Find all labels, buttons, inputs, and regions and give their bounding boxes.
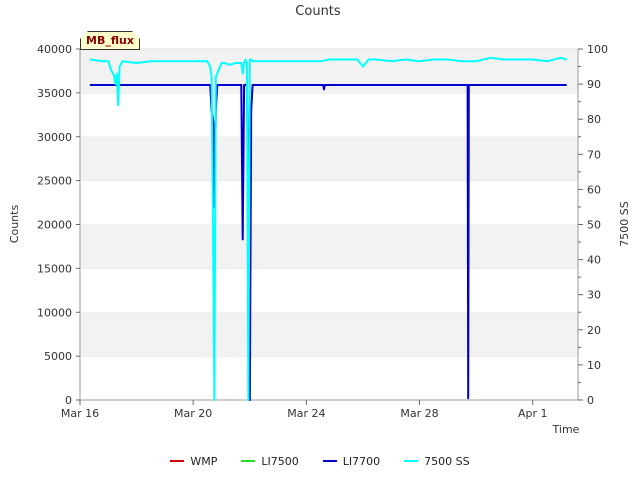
y2-tick-label: 70 bbox=[587, 148, 601, 161]
y2-tick-label: 10 bbox=[587, 359, 601, 372]
legend-label: LI7700 bbox=[342, 454, 381, 468]
y2-tick-label: 0 bbox=[587, 394, 594, 407]
x-tick-label: Mar 16 bbox=[61, 407, 99, 420]
plot-background-bands bbox=[80, 48, 578, 400]
background-band bbox=[80, 49, 578, 93]
y2-tick-label: 50 bbox=[587, 219, 601, 232]
y2-axis-label: 7500 SS bbox=[618, 201, 631, 246]
x-axis-label: Time bbox=[552, 423, 580, 436]
y2-tick-label: 100 bbox=[587, 43, 608, 56]
background-band bbox=[80, 136, 578, 181]
legend-swatch bbox=[170, 460, 185, 462]
y-tick-label: 40000 bbox=[37, 43, 72, 56]
background-band bbox=[80, 92, 578, 137]
legend-swatch bbox=[322, 460, 337, 462]
site-label-text: MB_flux bbox=[86, 34, 134, 47]
legend-item: LI7700 bbox=[322, 454, 381, 468]
y-tick-label: 5000 bbox=[44, 350, 72, 363]
legend-swatch bbox=[404, 460, 419, 462]
background-band bbox=[80, 224, 578, 269]
chart-title: Counts bbox=[295, 4, 341, 19]
x-axis: Mar 16 Mar 20 Mar 24 Mar 28 Apr 1 bbox=[61, 400, 548, 420]
y-axis-right: 0 10 20 30 40 50 60 70 80 90 100 bbox=[578, 43, 608, 407]
background-band bbox=[80, 180, 578, 225]
legend-label: LI7500 bbox=[261, 454, 299, 468]
background-band bbox=[80, 268, 578, 313]
y2-tick-label: 20 bbox=[587, 324, 601, 337]
background-band bbox=[80, 356, 578, 400]
legend-item: WMP bbox=[170, 455, 217, 468]
y-tick-label: 15000 bbox=[37, 262, 72, 275]
y2-tick-label: 30 bbox=[587, 289, 601, 302]
x-tick-label: Apr 1 bbox=[518, 407, 548, 420]
y-tick-label: 25000 bbox=[37, 175, 72, 188]
y-tick-label: 35000 bbox=[37, 87, 72, 100]
x-tick-label: Mar 28 bbox=[400, 407, 438, 420]
chart-figure: 0 5000 10000 15000 20000 25000 30000 35000 40000… bbox=[8, 4, 631, 436]
x-tick-label: Mar 24 bbox=[287, 407, 325, 420]
y-tick-label: 10000 bbox=[37, 306, 72, 319]
legend-label: 7500 SS bbox=[424, 454, 470, 468]
x-tick-label: Mar 20 bbox=[174, 407, 212, 420]
legend-item: 7500 SS bbox=[404, 454, 470, 468]
legend: WMP LI7500 LI7700 7500 SS bbox=[0, 452, 640, 470]
y-tick-label: 30000 bbox=[37, 131, 72, 144]
y-tick-label: 0 bbox=[65, 394, 72, 407]
y-tick-label: 20000 bbox=[37, 219, 72, 232]
y2-tick-label: 90 bbox=[587, 78, 601, 91]
legend-swatch bbox=[241, 460, 256, 462]
y2-tick-label: 60 bbox=[587, 183, 601, 196]
y-axis-label: Counts bbox=[8, 205, 21, 244]
background-band bbox=[80, 312, 578, 357]
site-label-badge: MB_flux bbox=[80, 31, 140, 50]
y-axis-left: 0 5000 10000 15000 20000 25000 30000 35000 40000 bbox=[37, 43, 80, 407]
y2-tick-label: 80 bbox=[587, 113, 601, 126]
y2-tick-label: 40 bbox=[587, 254, 601, 267]
legend-label: WMP bbox=[190, 454, 218, 468]
legend-item: LI7500 bbox=[241, 454, 299, 468]
